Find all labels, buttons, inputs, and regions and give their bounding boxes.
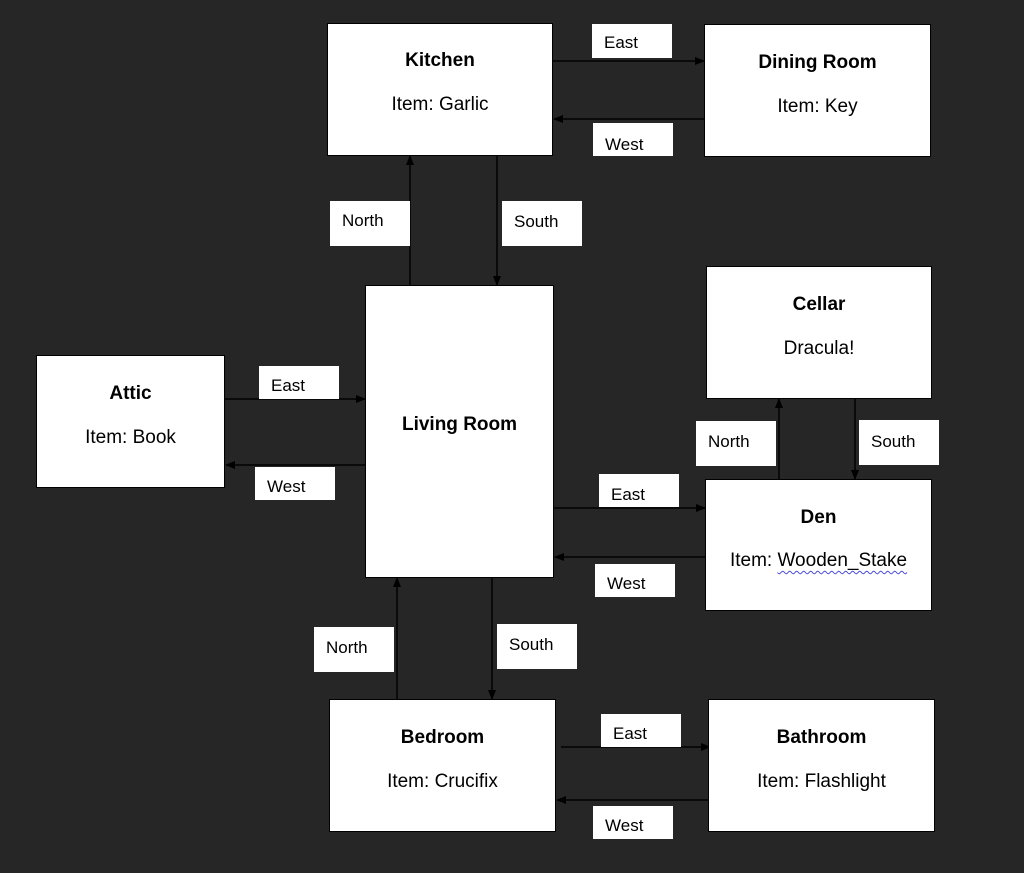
room-name: Living Room — [401, 414, 518, 435]
room-name: Kitchen — [405, 50, 475, 71]
room-den: Den Item: Wooden_Stake — [705, 479, 932, 611]
room-bedroom: Bedroom Item: Crucifix — [329, 699, 556, 832]
room-item: Item: Garlic — [391, 94, 489, 115]
room-dining-room: Dining Room Item: Key — [704, 24, 931, 157]
room-item: Item: Wooden_Stake — [706, 550, 931, 572]
label-bedroom-east: East — [601, 714, 681, 747]
room-bathroom: Bathroom Item: Flashlight — [708, 699, 935, 832]
room-attic: Attic Item: Book — [36, 355, 225, 488]
room-name: Attic — [109, 383, 152, 404]
room-name: Cellar — [792, 294, 846, 315]
label-attic-east: East — [259, 366, 339, 399]
label-bedroom-north: North — [314, 627, 394, 672]
label-cellar-south: South — [859, 420, 939, 465]
room-name: Den — [800, 507, 837, 528]
label-dining-west: West — [593, 123, 673, 156]
label-den-north: North — [696, 421, 776, 466]
label-bathroom-west: West — [593, 806, 673, 839]
room-item: Item: Crucifix — [387, 771, 498, 792]
room-item: Item: Key — [777, 96, 858, 117]
room-item-value: Wooden_Stake — [777, 550, 908, 571]
label-kitchen-south: South — [502, 201, 582, 246]
room-kitchen: Kitchen Item: Garlic — [327, 23, 553, 156]
room-name: Bathroom — [776, 727, 867, 748]
label-living-south: South — [497, 624, 577, 669]
room-map-diagram: Kitchen Item: Garlic Dining Room Item: K… — [0, 0, 1024, 873]
room-living-room: Living Room — [365, 285, 554, 578]
label-living-west: West — [255, 467, 335, 500]
room-item: Item: Book — [85, 427, 176, 448]
label-den-west: West — [595, 564, 675, 597]
room-cellar: Cellar Dracula! — [706, 266, 932, 399]
room-item: Item: Flashlight — [757, 771, 886, 792]
room-name: Bedroom — [400, 727, 485, 748]
label-living-east: East — [599, 474, 679, 507]
label-kitchen-east: East — [592, 24, 672, 58]
room-item: Dracula! — [783, 338, 855, 359]
room-name: Dining Room — [758, 52, 877, 73]
room-item-prefix: Item: — [729, 550, 778, 571]
label-living-north: North — [330, 201, 410, 246]
